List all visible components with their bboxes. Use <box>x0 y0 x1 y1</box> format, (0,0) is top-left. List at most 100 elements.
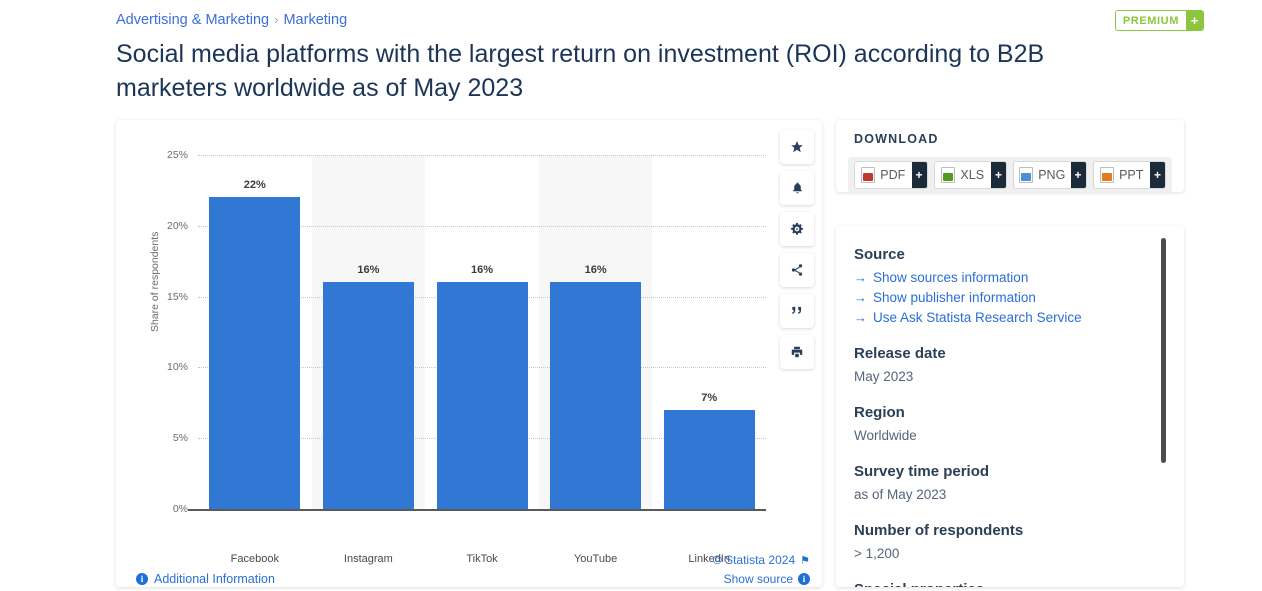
page-title: Social media platforms with the largest … <box>116 40 1045 102</box>
download-button-body: PPT <box>1094 162 1151 188</box>
download-card: DOWNLOAD PDF + XLS + PNG + PPT + <box>836 120 1184 193</box>
download-button-row: PDF + XLS + PNG + PPT + <box>848 157 1172 193</box>
file-icon-accent <box>1102 173 1113 181</box>
arrow-right-icon: → <box>854 290 867 305</box>
info-field-heading: Region <box>854 404 905 421</box>
y-axis-tick-label: 5% <box>172 432 188 445</box>
bar-value-label: 22% <box>243 179 266 192</box>
download-format-label: PPT <box>1119 168 1144 182</box>
premium-label: PREMIUM <box>1122 14 1179 27</box>
bar-linkedin[interactable] <box>663 409 755 509</box>
bar-value-label: 7% <box>701 391 718 404</box>
bar-value-label: 16% <box>357 264 380 277</box>
source-link-label: Use Ask Statista Research Service <box>873 310 1082 325</box>
favorite-star-icon[interactable] <box>780 130 814 164</box>
info-field-heading: Special properties <box>854 581 1154 587</box>
info-icon: i <box>798 573 810 585</box>
info-field-value: May 2023 <box>854 369 914 384</box>
y-axis-tick-label: 10% <box>166 361 188 374</box>
chart-toolbar <box>780 130 814 369</box>
chart-plot-wrapper: Share of respondents 0% 5% 10% 15% 20% 25% 22%… <box>116 120 822 565</box>
x-axis-tick-label: Instagram <box>343 553 393 565</box>
print-icon[interactable] <box>780 335 814 369</box>
info-card: Source → Show sources information → Show pub… <box>836 226 1184 587</box>
y-axis-tick-label: 25% <box>166 149 188 161</box>
bar-youtube[interactable] <box>550 282 642 509</box>
download-plus-icon[interactable]: + <box>1070 162 1086 188</box>
premium-badge[interactable]: PREMIUM + <box>1114 10 1204 31</box>
bar-facebook[interactable] <box>209 197 301 509</box>
download-format-label: PNG <box>1038 168 1066 182</box>
y-axis-tick-label: 15% <box>166 290 188 303</box>
chart-card: Share of respondents 0% 5% 10% 15% 20% 25% 22%… <box>116 120 822 587</box>
info-field-heading: Number of respondents <box>854 522 1024 539</box>
download-pdf-button[interactable]: PDF + <box>854 161 928 189</box>
download-plus-icon[interactable]: + <box>1150 162 1165 188</box>
breadcrumb-item-0[interactable]: Advertising & Marketing <box>116 12 269 28</box>
bar-tiktok[interactable] <box>436 282 528 509</box>
source-link-label: Show sources information <box>873 270 1029 285</box>
scrollbar-thumb[interactable] <box>1161 238 1166 463</box>
notification-bell-icon[interactable] <box>780 171 814 205</box>
download-format-label: XLS <box>960 168 985 182</box>
source-link-label: Show publisher information <box>873 290 1036 305</box>
download-button-body: PNG <box>1014 162 1071 188</box>
x-axis-tick-label: Facebook <box>230 553 279 565</box>
breadcrumb-separator: › <box>274 12 279 27</box>
breadcrumb: Advertising & Marketing › Marketing <box>116 12 347 28</box>
info-field-value: as of May 2023 <box>854 487 947 502</box>
download-button-body: PDF <box>855 162 912 188</box>
arrow-right-icon: → <box>854 270 867 285</box>
chart-footer-right: © Statista 2024 ⚑ Show source i <box>713 553 810 591</box>
settings-gear-icon[interactable] <box>780 212 814 246</box>
download-ppt-button[interactable]: PPT + <box>1092 161 1166 189</box>
download-format-label: PDF <box>880 168 906 182</box>
file-icon-accent <box>1021 173 1032 181</box>
download-xls-button[interactable]: XLS + <box>933 161 1007 189</box>
bar-value-label: 16% <box>470 264 494 277</box>
source-link-2[interactable]: → Use Ask Statista Research Service <box>854 308 1154 328</box>
plot-area: 0% 5% 10% 15% 20% 25% 22% Facebook 16% Instagram 1… <box>167 149 766 565</box>
breadcrumb-item-1[interactable]: Marketing <box>283 12 347 28</box>
y-axis-tick-label: 0% <box>172 503 188 515</box>
download-png-button[interactable]: PNG + <box>1013 161 1087 189</box>
x-axis-tick-label: YouTube <box>573 553 618 565</box>
arrow-right-icon: → <box>854 310 867 325</box>
y-axis-tick-label: 20% <box>166 219 188 232</box>
additional-information-label: Additional Information <box>154 572 275 586</box>
copyright-label: © Statista 2024 <box>712 553 796 567</box>
ppt-file-icon <box>1100 167 1115 183</box>
bar-instagram[interactable] <box>322 282 414 509</box>
download-plus-icon[interactable]: + <box>991 162 1006 188</box>
show-source-label: Show source <box>723 572 793 586</box>
premium-plus-icon[interactable]: + <box>1186 11 1203 30</box>
citation-quote-icon[interactable] <box>780 294 814 328</box>
info-icon: i <box>136 573 148 585</box>
copyright-row: © Statista 2024 ⚑ <box>713 553 810 567</box>
file-icon-accent <box>943 173 954 181</box>
info-field-value: Worldwide <box>854 428 917 443</box>
source-link-1[interactable]: → Show publisher information <box>854 288 1154 308</box>
bar-value-label: 16% <box>584 264 607 277</box>
info-field-heading: Survey time period <box>854 463 990 480</box>
download-plus-icon[interactable]: + <box>911 162 927 188</box>
png-file-icon <box>1019 167 1034 183</box>
y-axis-title: Share of respondents <box>149 231 161 332</box>
x-axis-tick-label: TikTok <box>466 553 498 565</box>
info-content: Source → Show sources information → Show pub… <box>854 246 1154 587</box>
source-heading: Source <box>854 246 905 263</box>
source-link-0[interactable]: → Show sources information <box>854 268 1154 288</box>
flag-icon[interactable]: ⚑ <box>800 554 810 567</box>
download-title: DOWNLOAD <box>854 132 939 146</box>
additional-information-link[interactable]: i Additional Information <box>136 572 275 586</box>
xls-file-icon <box>941 167 956 183</box>
x-axis-baseline <box>188 509 766 511</box>
info-field-heading: Release date <box>854 345 946 362</box>
download-button-body: XLS <box>935 162 992 188</box>
share-icon[interactable] <box>780 253 814 287</box>
info-field-value: > 1,200 <box>854 546 900 561</box>
show-source-link[interactable]: Show source i <box>713 572 810 586</box>
file-icon-accent <box>863 173 874 181</box>
gridline <box>198 155 766 156</box>
pdf-file-icon <box>861 167 876 183</box>
